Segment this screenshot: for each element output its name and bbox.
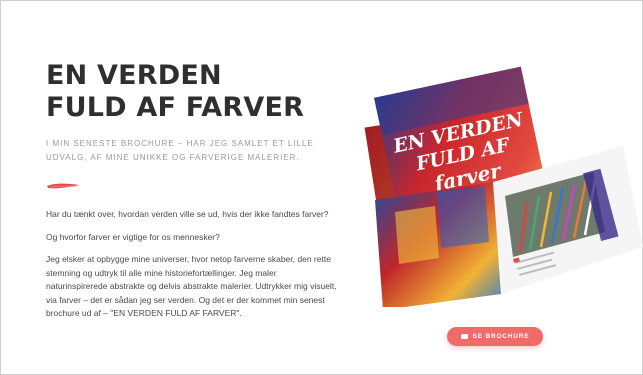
see-brochure-label: SE BROCHURE <box>472 333 530 340</box>
hero-subtitle: I MIN SENESTE BROCHURE – HAR JEG SAMLET … <box>46 139 314 162</box>
title-line-2: FULD AF FARVER <box>46 92 305 123</box>
book-icon <box>460 334 468 339</box>
intro-paragraph-3: Jeg elsker at opbygge mine universer, hv… <box>46 254 337 318</box>
see-brochure-button[interactable]: SE BROCHURE <box>447 327 543 346</box>
page-title: EN VERDEN FULD AF FARVER <box>46 60 346 124</box>
intro-paragraph-1: Har du tænkt over, hvordan verden ville … <box>46 209 329 219</box>
intro-text: Har du tænkt over, hvordan verden ville … <box>46 208 338 330</box>
intro-paragraph-2: Og hvorfor farver er vigtige for os menn… <box>46 231 220 242</box>
title-line-1: EN VERDEN <box>46 60 222 91</box>
brochure-mockup: EN VERDEN FULD AF farver <box>364 66 643 307</box>
brush-stroke-divider <box>47 183 79 189</box>
